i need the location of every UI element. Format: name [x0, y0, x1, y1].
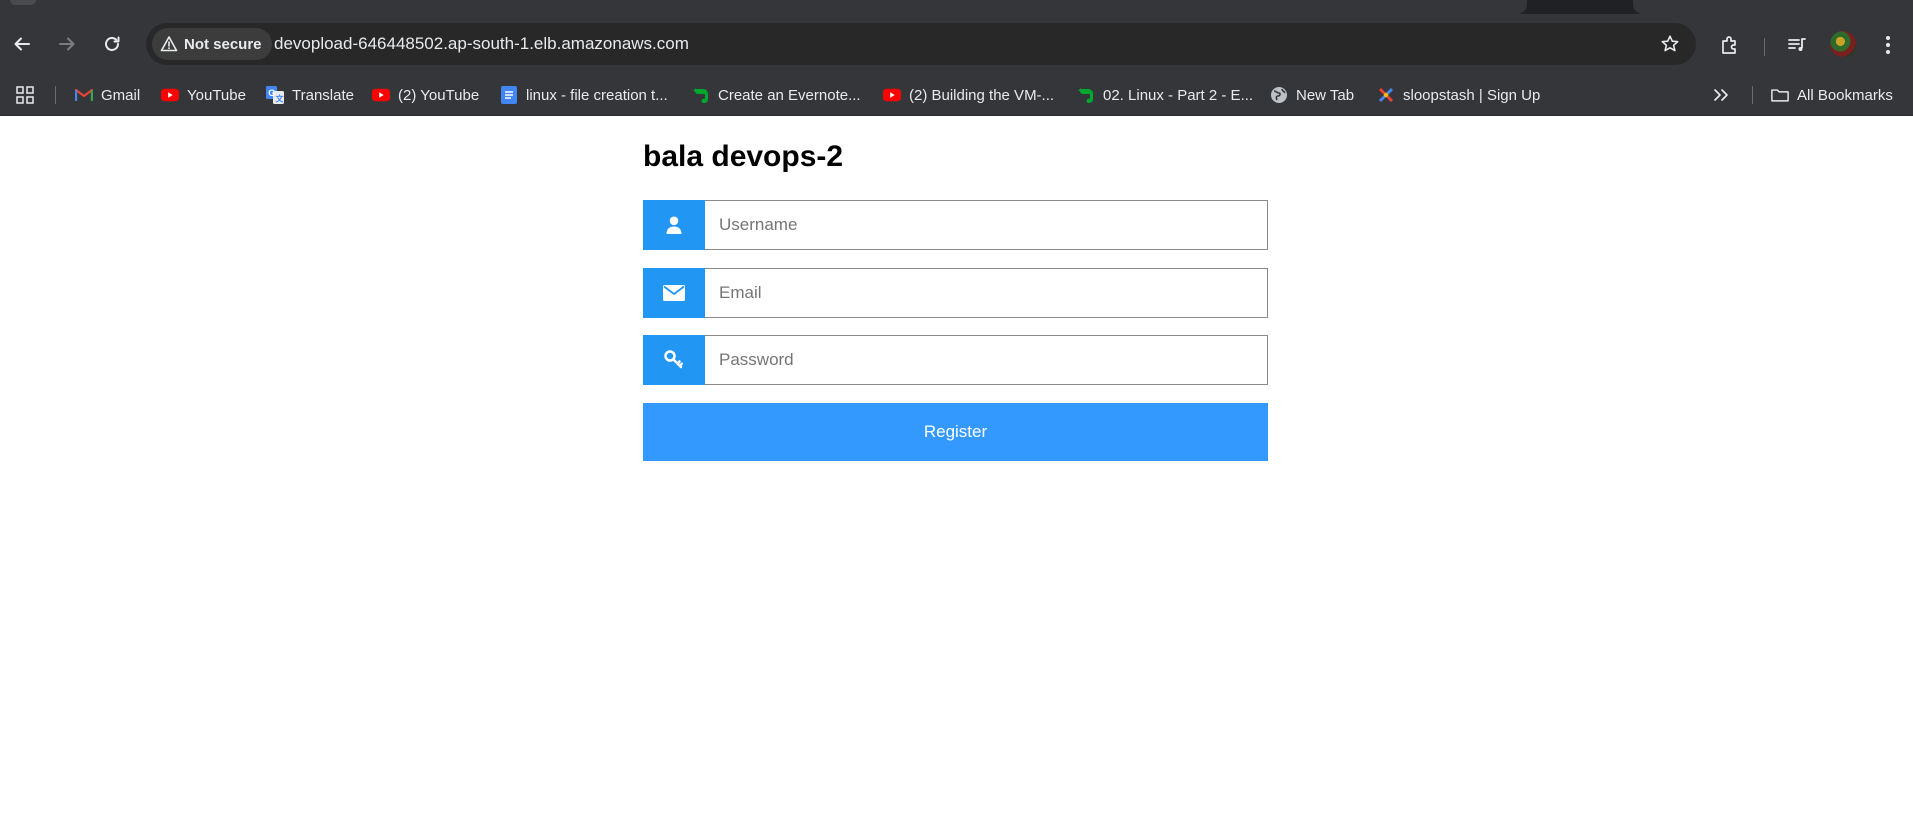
bookmark-sloopstash[interactable]: sloopstash | Sign Up [1377, 83, 1540, 107]
password-input[interactable] [705, 335, 1268, 385]
bookmark-linux-doc[interactable]: linux - file creation t... [500, 83, 668, 107]
url-text[interactable]: devopload-646448502.ap-south-1.elb.amazo… [274, 34, 689, 54]
bookmark-label: Translate [292, 86, 354, 104]
sloopstash-icon [1377, 86, 1395, 104]
bookmarks-divider [55, 86, 56, 104]
arrow-left-icon [14, 37, 30, 51]
username-input[interactable] [705, 200, 1268, 250]
security-label: Not secure [184, 35, 262, 53]
browser-toolbar: Not secure devopload-646448502.ap-south-… [0, 14, 1913, 74]
bookmark-label: New Tab [1296, 86, 1355, 104]
all-bookmarks-label: All Bookmarks [1797, 86, 1893, 104]
password-field-group [643, 335, 1268, 385]
bookmark-label: (2) Building the VM-... [909, 86, 1055, 104]
bookmark-label: YouTube [187, 86, 246, 104]
password-addon [643, 335, 705, 385]
key-icon [664, 350, 684, 369]
email-field-group [643, 268, 1268, 318]
evernote-icon [1077, 86, 1095, 104]
more-bookmarks-button[interactable] [1712, 83, 1730, 107]
active-tab[interactable] [0, 0, 1527, 14]
puzzle-icon [1722, 36, 1736, 54]
gmail-icon [75, 86, 93, 104]
bookmark-label: sloopstash | Sign Up [1403, 86, 1541, 104]
inactive-tab[interactable] [1633, 0, 1913, 14]
bookmark-youtube-2[interactable]: (2) YouTube [372, 83, 479, 107]
username-addon [643, 200, 705, 250]
browser-menu-button[interactable] [1874, 31, 1902, 59]
bookmark-new-tab[interactable]: New Tab [1270, 83, 1354, 107]
svg-text:文: 文 [276, 94, 285, 104]
bookmark-evernote-linux[interactable]: 02. Linux - Part 2 - E... [1077, 83, 1253, 107]
bookmarks-divider [1752, 86, 1753, 104]
queue-music-icon [1788, 38, 1806, 51]
toolbar-divider [1764, 38, 1765, 56]
folder-icon [1771, 86, 1789, 104]
bookmark-youtube[interactable]: YouTube [161, 83, 246, 107]
reload-icon [105, 36, 120, 51]
envelope-icon [663, 285, 685, 301]
back-button[interactable] [8, 30, 36, 58]
profile-avatar[interactable] [1830, 31, 1856, 57]
extensions-button[interactable] [1716, 31, 1744, 59]
bookmark-translate[interactable]: G文 Translate [266, 83, 354, 107]
youtube-icon [372, 86, 390, 104]
reload-button[interactable] [98, 30, 126, 58]
svg-text:G: G [268, 88, 275, 98]
apps-grid-icon [16, 86, 34, 104]
address-bar[interactable]: Not secure devopload-646448502.ap-south-… [146, 23, 1696, 65]
bookmark-label: Gmail [101, 86, 141, 104]
translate-icon: G文 [266, 86, 284, 104]
security-indicator[interactable]: Not secure [152, 28, 272, 60]
email-input[interactable] [705, 268, 1268, 318]
more-vert-icon [1886, 36, 1890, 54]
globe-icon [1270, 86, 1288, 104]
youtube-icon [161, 86, 179, 104]
chevron-double-right-icon [1712, 86, 1730, 104]
arrow-right-icon [59, 37, 75, 51]
apps-button[interactable] [16, 83, 34, 107]
email-addon [643, 268, 705, 318]
page-title: bala devops-2 [643, 140, 844, 173]
star-icon [1661, 35, 1679, 52]
bookmark-evernote-create[interactable]: Create an Evernote... [692, 83, 861, 107]
bookmark-star-button[interactable] [1658, 32, 1682, 56]
bookmarks-bar: Gmail YouTube G文 Translate (2) YouTube l… [0, 74, 1913, 116]
tab-strip [0, 0, 1913, 14]
bookmark-label: (2) YouTube [398, 86, 480, 104]
media-control-button[interactable] [1783, 31, 1811, 59]
register-button[interactable]: Register [643, 403, 1268, 461]
page-content: bala devops-2 Register [0, 116, 1913, 840]
bookmark-label: Create an Evernote... [718, 86, 861, 104]
tab-close-area[interactable] [10, 0, 36, 5]
warning-icon [160, 36, 178, 52]
bookmark-label: 02. Linux - Part 2 - E... [1103, 86, 1254, 104]
docs-icon [500, 86, 518, 104]
user-icon [666, 216, 682, 234]
bookmark-youtube-vm[interactable]: (2) Building the VM-... [883, 83, 1054, 107]
username-field-group [643, 200, 1268, 250]
youtube-icon [883, 86, 901, 104]
evernote-icon [692, 86, 710, 104]
bookmark-label: linux - file creation t... [526, 86, 668, 104]
all-bookmarks-button[interactable]: All Bookmarks [1771, 83, 1893, 107]
bookmark-gmail[interactable]: Gmail [75, 83, 140, 107]
forward-button[interactable] [53, 30, 81, 58]
